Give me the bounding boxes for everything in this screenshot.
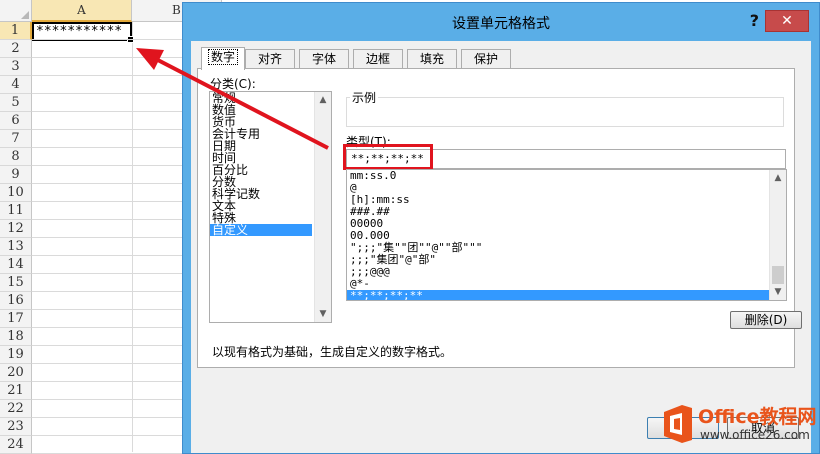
row-header[interactable]: 24 bbox=[0, 436, 32, 454]
row-header[interactable]: 19 bbox=[0, 346, 32, 364]
scroll-up-icon[interactable]: ▲ bbox=[315, 92, 331, 108]
tab-number-label: 数字 bbox=[207, 49, 238, 65]
gridline bbox=[32, 327, 182, 328]
number-tab-panel: 分类(C): 常规 数值 货币 会计专用 日期 时间 百分比 分数 科学记数 文本 特殊 自定义 ▲ … bbox=[197, 68, 802, 368]
help-button[interactable]: ? bbox=[750, 11, 759, 30]
row-header[interactable]: 2 bbox=[0, 40, 32, 58]
row-header[interactable]: 6 bbox=[0, 112, 32, 130]
gridline bbox=[32, 147, 182, 148]
tab-protection[interactable]: 保护 bbox=[461, 49, 511, 69]
select-all-corner[interactable] bbox=[0, 0, 32, 22]
row-header[interactable]: 20 bbox=[0, 364, 32, 382]
row-header[interactable]: 23 bbox=[0, 418, 32, 436]
gridline bbox=[32, 75, 182, 76]
scroll-down-icon[interactable]: ▼ bbox=[770, 284, 786, 300]
row-header[interactable]: 18 bbox=[0, 328, 32, 346]
row-header[interactable]: 14 bbox=[0, 256, 32, 274]
gridline bbox=[32, 57, 182, 58]
gridline bbox=[32, 165, 182, 166]
row-header[interactable]: 12 bbox=[0, 220, 32, 238]
scroll-down-icon[interactable]: ▼ bbox=[315, 306, 331, 322]
gridline bbox=[32, 237, 182, 238]
row-header[interactable]: 10 bbox=[0, 184, 32, 202]
gridline bbox=[32, 381, 182, 382]
row-header[interactable]: 5 bbox=[0, 94, 32, 112]
row-header[interactable]: 4 bbox=[0, 76, 32, 94]
gridline bbox=[32, 219, 182, 220]
row-header[interactable]: 1 bbox=[0, 22, 32, 40]
gridline bbox=[32, 435, 182, 436]
dialog-titlebar[interactable]: 设置单元格格式 ? ✕ bbox=[183, 3, 819, 41]
row-header[interactable]: 21 bbox=[0, 382, 32, 400]
format-item[interactable]: **;**;**;** bbox=[347, 290, 770, 300]
sample-label: 示例 bbox=[350, 89, 379, 106]
format-cells-dialog: 设置单元格格式 ? ✕ 数字 对齐 字体 边框 填充 保护 分类(C): 常规数… bbox=[182, 2, 820, 454]
column-header-a[interactable]: A bbox=[32, 0, 132, 22]
gridline bbox=[32, 111, 182, 112]
gridline bbox=[32, 417, 182, 418]
format-item[interactable]: ;;;"集团"@"部" bbox=[347, 254, 770, 266]
gridline bbox=[32, 363, 182, 364]
watermark-url: www.office26.com bbox=[700, 428, 810, 442]
gridline bbox=[32, 309, 182, 310]
format-list[interactable]: mm:ss.0 @ [h]:mm:ss ###.## 00000 00.000 ";;;"集… bbox=[346, 169, 787, 301]
format-item[interactable]: @ bbox=[347, 182, 770, 194]
row-header[interactable]: 3 bbox=[0, 58, 32, 76]
gridline bbox=[32, 273, 182, 274]
dialog-title: 设置单元格格式 bbox=[452, 16, 550, 32]
format-item[interactable]: mm:ss.0 bbox=[347, 170, 770, 182]
scrollbar-thumb[interactable] bbox=[772, 266, 784, 284]
row-header[interactable]: 11 bbox=[0, 202, 32, 220]
sample-group: 示例 bbox=[346, 89, 786, 127]
format-scrollbar[interactable]: ▲ ▼ bbox=[769, 170, 786, 300]
category-scrollbar[interactable]: ▲ ▼ bbox=[314, 92, 331, 322]
dialog-body: 数字 对齐 字体 边框 填充 保护 分类(C): 常规 数值 货币 会计专用 日期 时间百… bbox=[191, 41, 811, 453]
tab-fill[interactable]: 填充 bbox=[407, 49, 457, 69]
format-item[interactable]: 00000 bbox=[347, 218, 770, 230]
close-button[interactable]: ✕ bbox=[765, 10, 809, 32]
row-header[interactable]: 16 bbox=[0, 292, 32, 310]
sample-box bbox=[346, 97, 784, 127]
row-header[interactable]: 22 bbox=[0, 400, 32, 418]
format-item[interactable]: ###.## bbox=[347, 206, 770, 218]
office-logo-icon bbox=[664, 405, 692, 443]
row-header[interactable]: 8 bbox=[0, 148, 32, 166]
gridline bbox=[32, 93, 182, 94]
format-item[interactable]: [h]:mm:ss bbox=[347, 194, 770, 206]
category-label: 分类(C): bbox=[210, 77, 256, 91]
row-header[interactable]: 15 bbox=[0, 274, 32, 292]
scroll-up-icon[interactable]: ▲ bbox=[770, 170, 786, 186]
watermark: Office教程网 www.office26.com bbox=[658, 400, 820, 452]
gridline bbox=[32, 201, 182, 202]
row-header[interactable]: 7 bbox=[0, 130, 32, 148]
format-description: 以现有格式为基础，生成自定义的数字格式。 bbox=[212, 345, 453, 359]
gridline bbox=[32, 129, 182, 130]
row-header[interactable]: 13 bbox=[0, 238, 32, 256]
row-header[interactable]: 9 bbox=[0, 166, 32, 184]
delete-button[interactable]: 删除(D) bbox=[730, 311, 802, 329]
gridline bbox=[32, 183, 182, 184]
gridline bbox=[32, 291, 182, 292]
gridline bbox=[32, 399, 182, 400]
gridline bbox=[32, 255, 182, 256]
tab-border[interactable]: 边框 bbox=[353, 49, 403, 69]
gridline bbox=[32, 39, 182, 40]
red-highlight-box bbox=[343, 144, 433, 170]
tab-font[interactable]: 字体 bbox=[299, 49, 349, 69]
category-item[interactable]: 自定义 bbox=[210, 224, 312, 236]
watermark-name: Office教程网 bbox=[698, 406, 817, 428]
category-list[interactable]: 常规 数值 货币 会计专用 日期 时间 百分比 分数 科学记数 文本 特殊 自定义 ▲ ▼ bbox=[209, 91, 332, 323]
gridline bbox=[32, 345, 182, 346]
format-item[interactable]: ;;;@@@ bbox=[347, 266, 770, 278]
row-header[interactable]: 17 bbox=[0, 310, 32, 328]
tab-alignment[interactable]: 对齐 bbox=[245, 49, 295, 69]
tab-number[interactable]: 数字 bbox=[201, 47, 245, 70]
